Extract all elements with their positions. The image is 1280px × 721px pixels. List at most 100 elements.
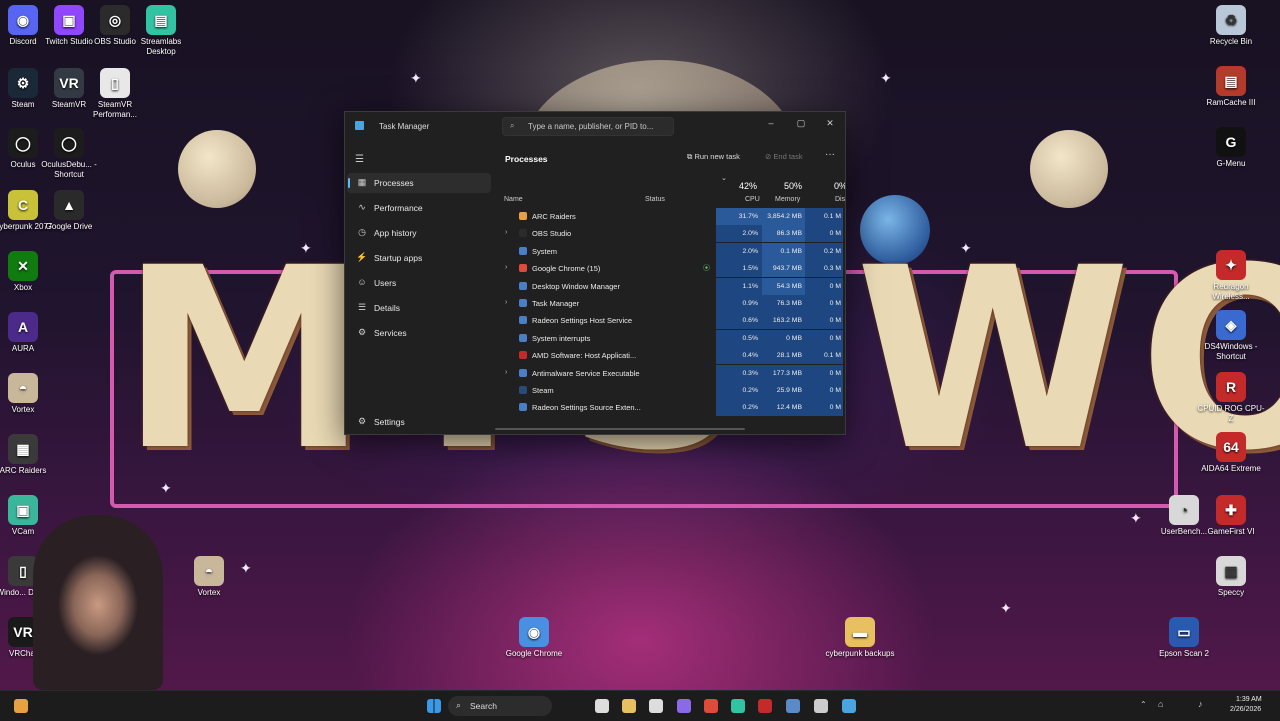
- title-bar[interactable]: Task Manager ⌕ – ▢ ✕: [345, 112, 845, 140]
- sidebar-item-services[interactable]: ⚙ Services: [347, 323, 491, 343]
- obs-taskbar-icon[interactable]: [814, 699, 828, 713]
- column-disk[interactable]: Dis: [835, 196, 845, 203]
- active-indicator: [348, 178, 350, 188]
- folder-icon: ▬: [845, 617, 875, 647]
- end-task-button[interactable]: ⊘ End task: [765, 152, 803, 161]
- process-row[interactable]: › Task Manager 0.9% 76.3 MB 0 M: [493, 295, 845, 312]
- amd-taskbar-icon[interactable]: [758, 699, 772, 713]
- wallpaper-star: ✦: [960, 240, 972, 256]
- desktop-shortcut-label: ARC Raiders: [0, 466, 47, 475]
- expand-chevron-icon[interactable]: ›: [505, 264, 507, 271]
- sidebar-item-startup-apps[interactable]: ⚡ Startup apps: [347, 248, 491, 268]
- expand-chevron-icon[interactable]: ›: [505, 369, 507, 376]
- end-task-icon: ⊘: [765, 152, 772, 161]
- taskbar-search[interactable]: ⌕ Search: [448, 696, 552, 716]
- process-row[interactable]: ARC Raiders 31.7% 3,854.2 MB 0.1 M: [493, 208, 845, 225]
- more-options-button[interactable]: ···: [825, 149, 835, 160]
- horizontal-scrollbar[interactable]: [345, 428, 845, 431]
- desktop-shortcut-label: Redragon Wireless...: [1212, 282, 1250, 301]
- desktop-shortcut[interactable]: ♻ Recycle Bin: [1196, 5, 1266, 47]
- process-memory: 943.7 MB: [762, 260, 805, 278]
- process-cpu: 0.5%: [716, 329, 762, 347]
- process-disk: 0.3 M: [805, 260, 843, 278]
- process-row[interactable]: System 2.0% 0.1 MB 0.2 M: [493, 242, 845, 260]
- desktop-shortcut[interactable]: G G-Menu: [1196, 127, 1266, 169]
- close-button[interactable]: ✕: [817, 115, 843, 131]
- process-row[interactable]: AMD Software: Host Applicati... 0.4% 28.1 …: [493, 347, 845, 365]
- desktop-shortcut[interactable]: ▤ Streamlabs Desktop: [126, 5, 196, 57]
- task-manager-window[interactable]: Task Manager ⌕ – ▢ ✕ ☰ ▦ Processes ∿ Perfor…: [344, 111, 846, 435]
- column-cpu[interactable]: CPU: [745, 196, 760, 203]
- process-row[interactable]: › Google Chrome (15) ⦿ 1.5% 943.7 MB 0.3 M: [493, 260, 845, 278]
- search-input[interactable]: [528, 120, 668, 132]
- clock-date[interactable]: 2/26/2026: [1230, 706, 1261, 713]
- desktop-shortcut[interactable]: ▲ Google Drive: [34, 190, 104, 232]
- desktop-shortcut[interactable]: ▯ SteamVR Performan...: [80, 68, 150, 120]
- network-icon[interactable]: ⌂: [1158, 699, 1163, 709]
- desktop-shortcut[interactable]: ✚ GameFirst VI: [1196, 495, 1266, 537]
- hamburger-menu-icon[interactable]: ☰: [355, 154, 364, 165]
- vcam-icon: ▣: [8, 495, 38, 525]
- chrome-taskbar-icon[interactable]: [704, 699, 718, 713]
- desktop-shortcut[interactable]: ▦ ARC Raiders: [0, 434, 58, 476]
- process-row[interactable]: › Antimalware Service Executable 0.3% 177.3…: [493, 364, 845, 382]
- desktop-shortcut[interactable]: ◓ Vortex: [0, 373, 58, 415]
- desktop-shortcut[interactable]: ▭ Epson Scan 2: [1149, 617, 1219, 659]
- volume-icon[interactable]: ♪: [1198, 699, 1203, 709]
- desktop-shortcut[interactable]: ✕ Xbox: [0, 251, 58, 293]
- discord-taskbar-icon[interactable]: [677, 699, 691, 713]
- column-name[interactable]: Name: [504, 196, 523, 203]
- desktop-shortcut[interactable]: ◯ OculusDebu... - Shortcut: [34, 128, 104, 180]
- steam-taskbar-icon[interactable]: [786, 699, 800, 713]
- column-memory[interactable]: Memory: [775, 196, 800, 203]
- desktop-shortcut-label: SteamVR Performan...: [92, 100, 137, 119]
- process-row[interactable]: System interrupts 0.5% 0 MB 0 M: [493, 329, 845, 347]
- system-tray-chevron-icon[interactable]: ⌃: [1140, 700, 1147, 709]
- store-icon[interactable]: [649, 699, 663, 713]
- file-explorer-icon[interactable]: [622, 699, 636, 713]
- widgets-icon[interactable]: [14, 699, 28, 713]
- minimize-button[interactable]: –: [758, 115, 784, 131]
- sidebar-item-users[interactable]: ☺ Users: [347, 273, 491, 293]
- sidebar-item-processes[interactable]: ▦ Processes: [347, 173, 491, 193]
- users-icon: ☺: [357, 277, 367, 287]
- sidebar-item-details[interactable]: ☰ Details: [347, 298, 491, 318]
- desktop-shortcut[interactable]: ◓ Vortex: [174, 556, 244, 598]
- expand-chevron-icon[interactable]: ›: [505, 229, 507, 236]
- windows-start-icon[interactable]: [427, 699, 441, 713]
- desktop-shortcut[interactable]: R CPUID ROG CPU-Z: [1196, 372, 1266, 424]
- process-row[interactable]: Radeon Settings Host Service 0.6% 163.2 MB…: [493, 312, 845, 330]
- desktop-shortcut[interactable]: ▣ VCam: [0, 495, 58, 537]
- process-row[interactable]: Steam 0.2% 25.9 MB 0 M: [493, 382, 845, 399]
- wallpaper-moon-left: [178, 130, 256, 208]
- run-new-task-label: Run new task: [694, 152, 740, 161]
- task-view-icon[interactable]: [595, 699, 609, 713]
- process-row[interactable]: Radeon Settings Source Exten... 0.2% 12.4 …: [493, 399, 845, 417]
- run-new-task-icon: ⧉: [687, 152, 693, 161]
- desktop-shortcut[interactable]: ▥ Speccy: [1196, 556, 1266, 598]
- sidebar-item-label: Processes: [374, 178, 414, 188]
- desktop-shortcut[interactable]: ✦ Redragon Wireless...: [1196, 250, 1266, 302]
- search-box[interactable]: ⌕: [502, 117, 674, 136]
- desktop-shortcut-label: Vortex: [11, 405, 35, 414]
- desktop-shortcut[interactable]: A AURA: [0, 312, 58, 354]
- task-manager-taskbar-icon[interactable]: [842, 699, 856, 713]
- column-status[interactable]: Status: [645, 196, 665, 203]
- desktop-shortcut[interactable]: 64 AIDA64 Extreme: [1196, 432, 1266, 474]
- sidebar-item-app-history[interactable]: ◷ App history: [347, 223, 491, 243]
- desktop-shortcut[interactable]: ◉ Google Chrome: [499, 617, 569, 659]
- desktop-shortcut[interactable]: ▬ cyberpunk backups: [825, 617, 895, 659]
- process-icon: [519, 403, 527, 412]
- process-row[interactable]: › OBS Studio 2.0% 86.3 MB 0 M: [493, 225, 845, 243]
- streamlabs-taskbar-icon[interactable]: [731, 699, 745, 713]
- process-row[interactable]: Desktop Window Manager 1.1% 54.3 MB 0 M: [493, 277, 845, 295]
- scrollbar-thumb[interactable]: [495, 428, 745, 430]
- maximize-button[interactable]: ▢: [788, 115, 814, 131]
- run-new-task-button[interactable]: ⧉ Run new task: [687, 152, 740, 162]
- desktop-shortcut[interactable]: ▤ RamCache III: [1196, 66, 1266, 108]
- expand-chevron-icon[interactable]: ›: [505, 299, 507, 306]
- desktop-shortcut[interactable]: ◈ DS4Windows - Shortcut: [1196, 310, 1266, 362]
- clock-time[interactable]: 1:39 AM: [1236, 696, 1262, 703]
- sidebar-item-performance[interactable]: ∿ Performance: [347, 198, 491, 218]
- desktop-shortcut-label: AIDA64 Extreme: [1201, 464, 1261, 473]
